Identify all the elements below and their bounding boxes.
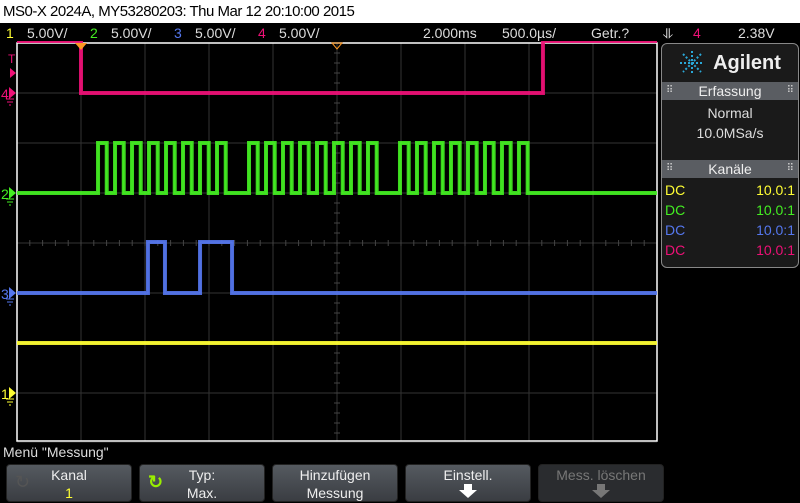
info-panel: Agilent Erfassung Normal 10.0MSa/s Kanäl…	[661, 43, 799, 268]
channel-pointer-icon	[9, 87, 16, 99]
channel-row-2: DC 10.0:1	[662, 200, 798, 220]
coupling: DC	[665, 242, 686, 258]
brand: Agilent	[662, 44, 798, 82]
softkey-channel[interactable]: ↻ Kanal 1	[6, 464, 132, 502]
acquisition-info: Normal 10.0MSa/s	[662, 100, 798, 160]
down-arrow-icon	[592, 484, 610, 498]
softkey-label: Einstell.	[443, 467, 493, 483]
softkey-label: Hinzufügen	[299, 467, 371, 483]
trigger-level-marker: T	[8, 52, 16, 66]
rotate-knob-icon: ↻	[148, 472, 164, 492]
softkey-clear-measurements: Mess. löschen	[538, 464, 664, 502]
ch3-scale[interactable]: 5.00V/	[195, 23, 235, 43]
softkey-add-measurement[interactable]: Hinzufügen Messung	[272, 464, 398, 502]
trigger-level[interactable]: 2.38V	[738, 23, 775, 43]
trigger-level-icon	[10, 68, 16, 78]
window-title: MS0-X 2024A, MY53280203: Thu Mar 12 20:1…	[0, 0, 800, 23]
coupling: DC	[665, 202, 686, 218]
channels-header: Kanäle	[662, 160, 798, 178]
delay-value[interactable]: 2.000ms	[423, 23, 477, 43]
channel-pointer-icon	[9, 387, 16, 399]
ground-marker-ch4: 4	[1, 86, 9, 102]
ground-marker-ch3: 3	[1, 286, 9, 302]
status-bar: 1 5.00V/ 2 5.00V/ 3 5.00V/ 4 5.00V/ 2.00…	[0, 23, 800, 43]
probe-ratio: 10.0:1	[756, 182, 795, 198]
channel-row-1: DC 10.0:1	[662, 180, 798, 200]
timebase-value[interactable]: 500.0µs/	[502, 23, 556, 43]
channel-row-3: DC 10.0:1	[662, 220, 798, 240]
trigger-position-icon	[75, 43, 87, 50]
softkey-value: Messung	[306, 485, 364, 501]
down-arrow-icon	[459, 484, 477, 498]
trigger-source[interactable]: 4	[693, 23, 701, 43]
ch1-scale[interactable]: 5.00V/	[27, 23, 67, 43]
agilent-spark-icon	[680, 51, 705, 75]
channel-pointer-icon	[9, 287, 16, 299]
softkey-settings[interactable]: Einstell.	[405, 464, 531, 502]
channel-row-4: DC 10.0:1	[662, 240, 798, 260]
coupling: DC	[665, 222, 686, 238]
falling-edge-icon: ⥥	[663, 25, 674, 41]
rotate-knob-icon: ↻	[15, 472, 31, 492]
probe-ratio: 10.0:1	[756, 202, 795, 218]
coupling: DC	[665, 182, 686, 198]
ch2-scale[interactable]: 5.00V/	[111, 23, 151, 43]
acquisition-header: Erfassung	[662, 82, 798, 100]
ch4-scale[interactable]: 5.00V/	[279, 23, 319, 43]
trigger-state: Getr.?	[591, 25, 630, 41]
ch3-number[interactable]: 3	[174, 23, 182, 43]
probe-ratio: 10.0:1	[756, 242, 795, 258]
probe-ratio: 10.0:1	[756, 222, 795, 238]
softkey-type[interactable]: ↻ Typ: Max.	[139, 464, 265, 502]
softkey-label: Mess. löschen	[556, 467, 646, 483]
channel-pointer-icon	[9, 187, 16, 199]
menu-title: Menü "Messung"	[3, 444, 109, 460]
waveform-display[interactable]: 1 2 3 4 T	[0, 41, 660, 443]
ground-marker-ch2: 2	[1, 186, 9, 202]
ground-marker-ch1: 1	[1, 386, 9, 402]
ch1-number[interactable]: 1	[6, 23, 14, 43]
sample-rate: 10.0MSa/s	[696, 125, 764, 141]
ch2-number[interactable]: 2	[90, 23, 98, 43]
channel-markers: 1 2 3 4 T	[1, 42, 344, 406]
acquisition-mode: Normal	[707, 105, 753, 121]
graticule	[16, 42, 658, 443]
brand-name: Agilent	[713, 51, 781, 74]
ch4-number[interactable]: 4	[258, 23, 266, 43]
